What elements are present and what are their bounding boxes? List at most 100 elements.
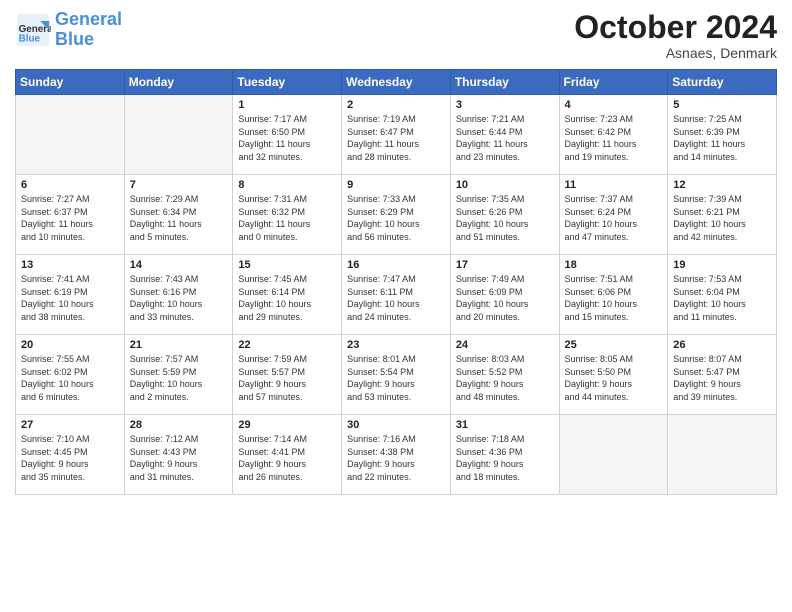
day-info: Sunrise: 7:25 AM Sunset: 6:39 PM Dayligh… xyxy=(673,113,771,163)
day-number: 11 xyxy=(565,179,663,191)
day-number: 17 xyxy=(456,259,554,271)
day-cell: 22 Sunrise: 7:59 AM Sunset: 5:57 PM Dayli… xyxy=(233,335,342,415)
day-info: Sunrise: 7:47 AM Sunset: 6:11 PM Dayligh… xyxy=(347,273,445,323)
day-cell: 11 Sunrise: 7:37 AM Sunset: 6:24 PM Dayli… xyxy=(559,175,668,255)
day-cell: 6 Sunrise: 7:27 AM Sunset: 6:37 PM Daylig… xyxy=(16,175,125,255)
day-cell xyxy=(559,415,668,495)
day-number: 28 xyxy=(130,419,228,431)
day-cell: 18Sunrise: 7:51 AM Sunset: 6:06 PM Dayli… xyxy=(559,255,668,335)
title-block: October 2024 Asnaes, Denmark xyxy=(574,10,777,61)
day-number: 7 xyxy=(130,179,228,191)
day-cell xyxy=(16,95,125,175)
day-number: 4 xyxy=(565,99,663,111)
day-number: 24 xyxy=(456,339,554,351)
logo-line2: Blue xyxy=(55,29,94,49)
week-row-1: 1Sunrise: 7:17 AM Sunset: 6:50 PM Daylig… xyxy=(16,95,777,175)
day-number: 16 xyxy=(347,259,445,271)
week-row-2: 6 Sunrise: 7:27 AM Sunset: 6:37 PM Daylig… xyxy=(16,175,777,255)
day-number: 8 xyxy=(238,179,336,191)
header-cell-sunday: Sunday xyxy=(16,70,125,95)
day-number: 18 xyxy=(565,259,663,271)
day-info: Sunrise: 7:53 AM Sunset: 6:04 PM Dayligh… xyxy=(673,273,771,323)
day-cell: 30 Sunrise: 7:16 AM Sunset: 4:38 PM Dayli… xyxy=(342,415,451,495)
title-month: October 2024 xyxy=(574,10,777,45)
day-cell: 27Sunrise: 7:10 AM Sunset: 4:45 PM Dayli… xyxy=(16,415,125,495)
day-info: Sunrise: 7:57 AM Sunset: 5:59 PM Dayligh… xyxy=(130,353,228,403)
header-cell-wednesday: Wednesday xyxy=(342,70,451,95)
day-info: Sunrise: 7:16 AM Sunset: 4:38 PM Dayligh… xyxy=(347,433,445,483)
day-info: Sunrise: 8:05 AM Sunset: 5:50 PM Dayligh… xyxy=(565,353,663,403)
day-cell: 28Sunrise: 7:12 AM Sunset: 4:43 PM Dayli… xyxy=(124,415,233,495)
day-number: 29 xyxy=(238,419,336,431)
day-number: 15 xyxy=(238,259,336,271)
day-number: 10 xyxy=(456,179,554,191)
day-number: 9 xyxy=(347,179,445,191)
day-number: 30 xyxy=(347,419,445,431)
day-cell: 12Sunrise: 7:39 AM Sunset: 6:21 PM Dayli… xyxy=(668,175,777,255)
day-number: 3 xyxy=(456,99,554,111)
day-number: 22 xyxy=(238,339,336,351)
day-info: Sunrise: 7:35 AM Sunset: 6:26 PM Dayligh… xyxy=(456,193,554,243)
day-info: Sunrise: 8:03 AM Sunset: 5:52 PM Dayligh… xyxy=(456,353,554,403)
day-number: 5 xyxy=(673,99,771,111)
day-info: Sunrise: 7:59 AM Sunset: 5:57 PM Dayligh… xyxy=(238,353,336,403)
day-info: Sunrise: 7:17 AM Sunset: 6:50 PM Dayligh… xyxy=(238,113,336,163)
day-cell: 7 Sunrise: 7:29 AM Sunset: 6:34 PM Daylig… xyxy=(124,175,233,255)
day-info: Sunrise: 7:21 AM Sunset: 6:44 PM Dayligh… xyxy=(456,113,554,163)
week-row-4: 20Sunrise: 7:55 AM Sunset: 6:02 PM Dayli… xyxy=(16,335,777,415)
header-row: SundayMondayTuesdayWednesdayThursdayFrid… xyxy=(16,70,777,95)
day-info: Sunrise: 7:41 AM Sunset: 6:19 PM Dayligh… xyxy=(21,273,119,323)
day-cell: 5 Sunrise: 7:25 AM Sunset: 6:39 PM Daylig… xyxy=(668,95,777,175)
day-cell: 4 Sunrise: 7:23 AM Sunset: 6:42 PM Daylig… xyxy=(559,95,668,175)
day-cell: 14Sunrise: 7:43 AM Sunset: 6:16 PM Dayli… xyxy=(124,255,233,335)
day-cell: 2Sunrise: 7:19 AM Sunset: 6:47 PM Daylig… xyxy=(342,95,451,175)
header-cell-friday: Friday xyxy=(559,70,668,95)
day-info: Sunrise: 7:39 AM Sunset: 6:21 PM Dayligh… xyxy=(673,193,771,243)
day-cell: 8Sunrise: 7:31 AM Sunset: 6:32 PM Daylig… xyxy=(233,175,342,255)
day-cell: 20Sunrise: 7:55 AM Sunset: 6:02 PM Dayli… xyxy=(16,335,125,415)
day-cell: 10 Sunrise: 7:35 AM Sunset: 6:26 PM Dayli… xyxy=(450,175,559,255)
day-info: Sunrise: 7:29 AM Sunset: 6:34 PM Dayligh… xyxy=(130,193,228,243)
week-row-3: 13Sunrise: 7:41 AM Sunset: 6:19 PM Dayli… xyxy=(16,255,777,335)
day-cell xyxy=(668,415,777,495)
day-cell xyxy=(124,95,233,175)
day-number: 14 xyxy=(130,259,228,271)
week-row-5: 27Sunrise: 7:10 AM Sunset: 4:45 PM Dayli… xyxy=(16,415,777,495)
day-info: Sunrise: 7:49 AM Sunset: 6:09 PM Dayligh… xyxy=(456,273,554,323)
logo-text: General Blue xyxy=(55,10,122,50)
header: General Blue General Blue October 2024 A… xyxy=(15,10,777,61)
day-number: 19 xyxy=(673,259,771,271)
logo-icon: General Blue xyxy=(15,12,51,48)
svg-text:Blue: Blue xyxy=(19,33,41,44)
day-number: 26 xyxy=(673,339,771,351)
day-cell: 17 Sunrise: 7:49 AM Sunset: 6:09 PM Dayli… xyxy=(450,255,559,335)
header-cell-tuesday: Tuesday xyxy=(233,70,342,95)
page: General Blue General Blue October 2024 A… xyxy=(0,0,792,612)
day-info: Sunrise: 7:14 AM Sunset: 4:41 PM Dayligh… xyxy=(238,433,336,483)
day-number: 25 xyxy=(565,339,663,351)
day-number: 6 xyxy=(21,179,119,191)
logo: General Blue General Blue xyxy=(15,10,122,50)
day-cell: 23 Sunrise: 8:01 AM Sunset: 5:54 PM Dayli… xyxy=(342,335,451,415)
day-info: Sunrise: 7:45 AM Sunset: 6:14 PM Dayligh… xyxy=(238,273,336,323)
day-info: Sunrise: 7:23 AM Sunset: 6:42 PM Dayligh… xyxy=(565,113,663,163)
day-number: 2 xyxy=(347,99,445,111)
day-cell: 1Sunrise: 7:17 AM Sunset: 6:50 PM Daylig… xyxy=(233,95,342,175)
day-info: Sunrise: 7:18 AM Sunset: 4:36 PM Dayligh… xyxy=(456,433,554,483)
day-info: Sunrise: 7:27 AM Sunset: 6:37 PM Dayligh… xyxy=(21,193,119,243)
day-info: Sunrise: 8:01 AM Sunset: 5:54 PM Dayligh… xyxy=(347,353,445,403)
day-info: Sunrise: 7:10 AM Sunset: 4:45 PM Dayligh… xyxy=(21,433,119,483)
day-cell: 15 Sunrise: 7:45 AM Sunset: 6:14 PM Dayli… xyxy=(233,255,342,335)
day-cell: 21Sunrise: 7:57 AM Sunset: 5:59 PM Dayli… xyxy=(124,335,233,415)
day-number: 20 xyxy=(21,339,119,351)
day-number: 23 xyxy=(347,339,445,351)
day-cell: 16 Sunrise: 7:47 AM Sunset: 6:11 PM Dayli… xyxy=(342,255,451,335)
day-cell: 29 Sunrise: 7:14 AM Sunset: 4:41 PM Dayli… xyxy=(233,415,342,495)
day-info: Sunrise: 8:07 AM Sunset: 5:47 PM Dayligh… xyxy=(673,353,771,403)
day-info: Sunrise: 7:37 AM Sunset: 6:24 PM Dayligh… xyxy=(565,193,663,243)
day-cell: 26 Sunrise: 8:07 AM Sunset: 5:47 PM Dayli… xyxy=(668,335,777,415)
day-info: Sunrise: 7:33 AM Sunset: 6:29 PM Dayligh… xyxy=(347,193,445,243)
day-cell: 19 Sunrise: 7:53 AM Sunset: 6:04 PM Dayli… xyxy=(668,255,777,335)
day-cell: 13Sunrise: 7:41 AM Sunset: 6:19 PM Dayli… xyxy=(16,255,125,335)
title-location: Asnaes, Denmark xyxy=(574,45,777,61)
